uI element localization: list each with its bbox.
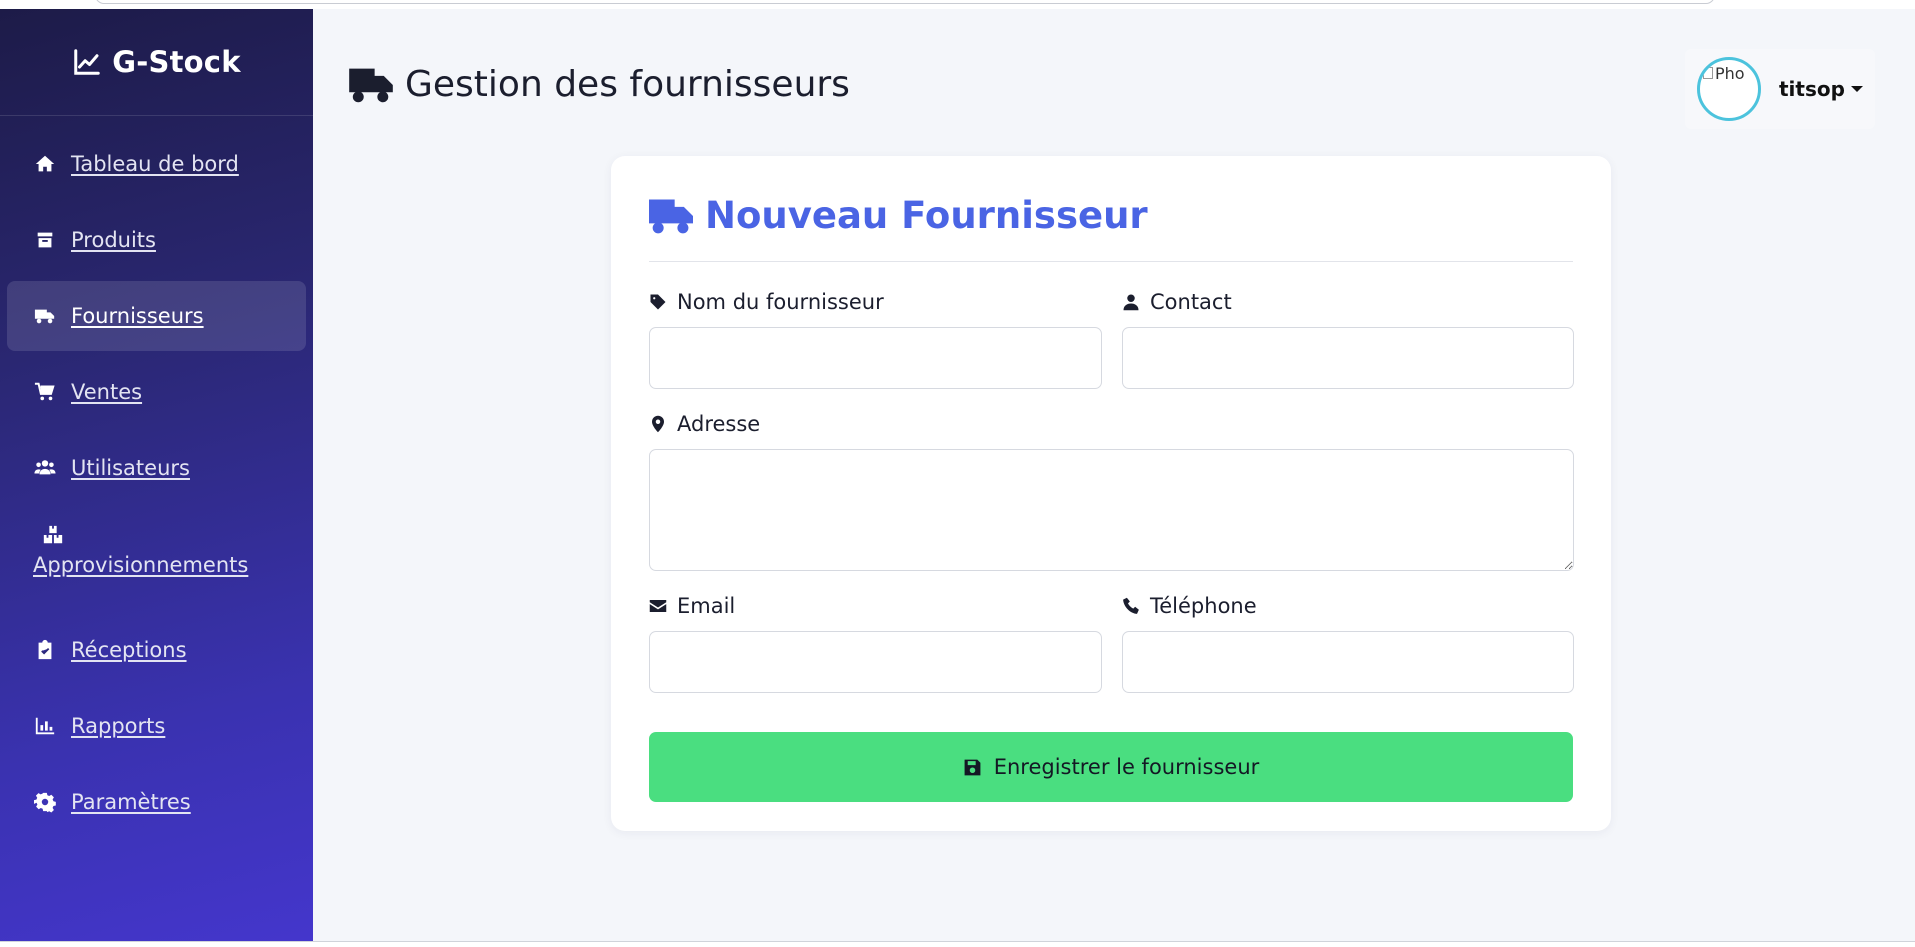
user-menu[interactable]: Pho titsop <box>1685 49 1875 129</box>
card-title-text: Nouveau Fournisseur <box>705 194 1148 237</box>
broken-image-icon: Pho <box>1703 64 1745 83</box>
divider <box>649 261 1573 262</box>
save-supplier-button[interactable]: Enregistrer le fournisseur <box>649 732 1573 802</box>
truck-icon <box>349 68 393 102</box>
clipboard-check-icon <box>33 638 57 662</box>
email-label: Email <box>649 594 735 618</box>
sidebar-item-label: Utilisateurs <box>71 456 190 480</box>
sidebar-nav: Tableau de bord Produits Fournisseurs Ve… <box>0 129 313 837</box>
sidebar-item-fournisseurs[interactable]: Fournisseurs <box>7 281 306 351</box>
sidebar-item-receptions[interactable]: Réceptions <box>7 615 306 685</box>
telephone-input[interactable] <box>1122 631 1574 693</box>
new-supplier-card: Nouveau Fournisseur Nom du fournisseur C… <box>611 156 1611 831</box>
chart-line-icon <box>74 49 101 75</box>
sidebar-item-label: Ventes <box>71 380 143 404</box>
users-icon <box>33 456 57 480</box>
boxes-icon <box>41 523 65 547</box>
card-title: Nouveau Fournisseur <box>649 194 1148 237</box>
sidebar-item-parametres[interactable]: Paramètres <box>7 767 306 837</box>
sidebar-item-label: Produits <box>71 228 156 252</box>
page-header: Gestion des fournisseurs <box>349 64 850 105</box>
sidebar-item-ventes[interactable]: Ventes <box>7 357 306 427</box>
contact-input[interactable] <box>1122 327 1574 389</box>
truck-icon <box>649 199 693 233</box>
cart-icon <box>33 380 57 404</box>
nom-input[interactable] <box>649 327 1102 389</box>
phone-icon <box>1123 597 1139 614</box>
sidebar-item-rapports[interactable]: Rapports <box>7 691 306 761</box>
sidebar-item-approvisionnements[interactable]: Approvisionnements <box>7 509 306 609</box>
tag-icon <box>650 294 666 310</box>
contact-label-text: Contact <box>1150 290 1232 314</box>
envelope-icon <box>649 600 667 612</box>
save-supplier-label: Enregistrer le fournisseur <box>993 755 1260 779</box>
adresse-label: Adresse <box>649 412 760 436</box>
telephone-label: Téléphone <box>1122 594 1257 618</box>
sidebar: G-Stock Tableau de bord Produits Fournis… <box>0 9 313 941</box>
nom-label: Nom du fournisseur <box>649 290 884 314</box>
email-label-text: Email <box>677 594 736 618</box>
username: titsop <box>1779 77 1845 101</box>
caret-down-icon <box>1850 86 1863 92</box>
sidebar-item-utilisateurs[interactable]: Utilisateurs <box>7 433 306 503</box>
box-icon <box>33 228 57 252</box>
browser-bottom-edge <box>0 941 1915 947</box>
truck-icon <box>33 304 57 328</box>
telephone-label-text: Téléphone <box>1150 594 1257 618</box>
adresse-textarea[interactable] <box>649 449 1574 571</box>
map-marker-icon <box>652 415 664 433</box>
save-icon <box>964 759 981 775</box>
adresse-label-text: Adresse <box>677 412 761 436</box>
user-icon <box>1123 294 1139 311</box>
contact-label: Contact <box>1122 290 1232 314</box>
brand-name: G-Stock <box>112 45 241 79</box>
email-input[interactable] <box>649 631 1102 693</box>
chart-bar-icon <box>33 714 57 738</box>
gear-icon <box>33 790 57 814</box>
brand[interactable]: G-Stock <box>0 9 313 116</box>
avatar[interactable]: Pho <box>1697 57 1761 121</box>
sidebar-item-label: Fournisseurs <box>71 304 204 328</box>
sidebar-item-label: Paramètres <box>71 790 191 814</box>
main-content: Gestion des fournisseurs Pho titsop Nouv… <box>313 9 1915 941</box>
nom-label-text: Nom du fournisseur <box>677 290 884 314</box>
browser-address-bar-edge[interactable] <box>95 0 1715 4</box>
sidebar-item-label: Rapports <box>71 714 166 738</box>
sidebar-item-label: Réceptions <box>71 638 187 662</box>
username-dropdown[interactable]: titsop <box>1779 77 1863 101</box>
browser-top-edge <box>0 0 1915 9</box>
sidebar-item-tableau-de-bord[interactable]: Tableau de bord <box>7 129 306 199</box>
home-icon <box>33 152 57 176</box>
avatar-alt-text: Pho <box>1715 64 1745 83</box>
sidebar-item-produits[interactable]: Produits <box>7 205 306 275</box>
page-title: Gestion des fournisseurs <box>405 64 850 105</box>
sidebar-item-label: Approvisionnements <box>33 553 249 577</box>
sidebar-item-label: Tableau de bord <box>71 152 239 176</box>
